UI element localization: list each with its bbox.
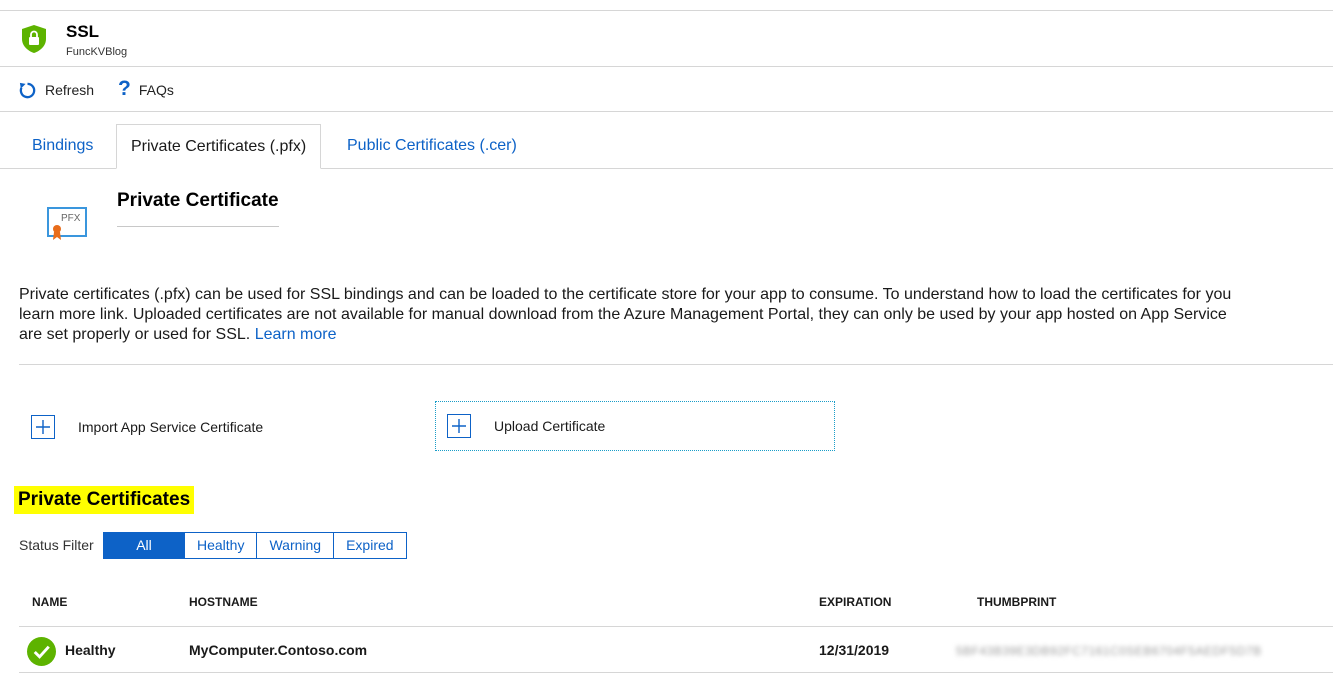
table-row[interactable]: Healthy MyComputer.Contoso.com 12/31/201… (19, 627, 1333, 673)
tab-private-certificates[interactable]: Private Certificates (.pfx) (116, 124, 322, 169)
table-bottom-divider (19, 672, 1333, 673)
tab-bindings[interactable]: Bindings (18, 124, 107, 169)
header-divider (0, 66, 1333, 67)
upload-label: Upload Certificate (494, 418, 606, 434)
description: Private certificates (.pfx) can be used … (19, 285, 1333, 345)
row-hostname: MyComputer.Contoso.com (189, 642, 368, 658)
refresh-button[interactable]: Refresh (18, 81, 94, 100)
column-header-hostname[interactable]: HOSTNAME (189, 595, 258, 609)
faqs-label: FAQs (138, 82, 174, 98)
column-header-thumbprint[interactable]: THUMBPRINT (977, 595, 1056, 609)
filter-expired[interactable]: Expired (333, 532, 407, 559)
description-line: Private certificates (.pfx) can be used … (19, 286, 1232, 303)
refresh-icon (19, 82, 36, 98)
filter-warning[interactable]: Warning (256, 532, 335, 559)
import-label: Import App Service Certificate (78, 419, 264, 435)
plus-icon (447, 414, 471, 438)
section-title: Private Certificate (117, 190, 279, 211)
learn-more-link[interactable]: Learn more (255, 326, 337, 343)
toolbar-divider (0, 111, 1333, 112)
private-certificates-heading: Private Certificates (14, 486, 195, 514)
upload-certificate-button[interactable]: Upload Certificate (435, 401, 835, 451)
pfx-certificate-icon: PFX (47, 207, 87, 240)
command-bar: Refresh ? FAQs (18, 76, 198, 104)
section-title-underline (117, 226, 279, 227)
page-subtitle: FuncKVBlog (66, 46, 128, 58)
import-certificate-button[interactable]: Import App Service Certificate (31, 403, 263, 451)
pfx-icon-text: PFX (61, 213, 81, 224)
status-filter-label: Status Filter (19, 537, 94, 553)
row-thumbprint: 5BF43B39E3DB92FC7161C0SEB6704F5AEDF5D7B (956, 644, 1262, 658)
column-header-expiration[interactable]: EXPIRATION (819, 595, 891, 609)
column-header-name[interactable]: NAME (32, 595, 67, 609)
faqs-button[interactable]: ? FAQs (118, 76, 174, 101)
filter-all[interactable]: All (103, 532, 185, 559)
plus-icon (31, 415, 55, 439)
description-line: are set properly or used for SSL. (19, 326, 251, 343)
description-line: learn more link. Uploaded certificates a… (19, 306, 1227, 323)
page-title: SSL (66, 22, 100, 41)
top-divider (0, 10, 1333, 11)
row-status: Healthy (65, 642, 116, 658)
tab-strip: Bindings Private Certificates (.pfx) Pub… (18, 124, 1333, 169)
healthy-check-icon (27, 637, 56, 666)
row-expiration: 12/31/2019 (819, 642, 890, 658)
question-icon: ? (118, 76, 131, 100)
shield-lock-icon (22, 25, 46, 53)
filter-healthy[interactable]: Healthy (184, 532, 258, 559)
tab-public-certificates[interactable]: Public Certificates (.cer) (333, 124, 531, 169)
status-filter: All Healthy Warning Expired (103, 532, 407, 559)
refresh-label: Refresh (45, 82, 95, 98)
description-divider (19, 364, 1333, 365)
